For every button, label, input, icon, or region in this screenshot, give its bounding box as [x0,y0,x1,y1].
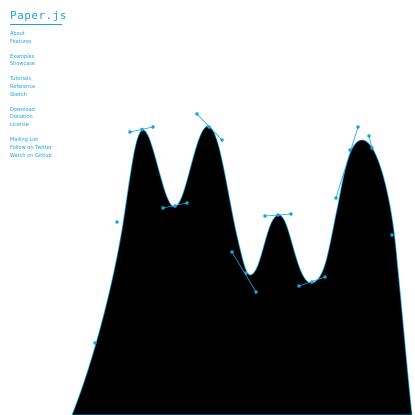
logo-underline [10,24,62,25]
nav-link-features[interactable]: Features [10,39,52,47]
filled-path[interactable] [71,125,413,415]
nav-link-examples[interactable]: Examples [10,54,52,62]
nav-link-download[interactable]: Download [10,107,52,115]
nav-link-license[interactable]: License [10,122,52,130]
nav-link-about[interactable]: About [10,31,52,39]
nav-group-about: About Features [10,31,52,47]
path-canvas[interactable] [0,0,415,415]
nav-group-download: Download Donation License [10,107,52,130]
nav-group-examples: Examples Showcase [10,54,52,70]
nav-link-mailing-list[interactable]: Mailing List [10,137,52,145]
nav-link-github[interactable]: Watch on Github [10,153,52,161]
nav-link-reference[interactable]: Reference [10,84,52,92]
nav-link-twitter[interactable]: Follow on Twitter [10,145,52,153]
nav-link-sketch[interactable]: Sketch [10,92,52,100]
paperjs-logo[interactable]: Paper.js [10,9,67,22]
nav-group-community: Mailing List Follow on Twitter Watch on … [10,137,52,160]
nav-link-tutorials[interactable]: Tutorials [10,76,52,84]
sidebar-nav: About Features Examples Showcase Tutoria… [10,31,52,167]
nav-link-donation[interactable]: Donation [10,114,52,122]
nav-group-docs: Tutorials Reference Sketch [10,76,52,99]
nav-link-showcase[interactable]: Showcase [10,61,52,69]
